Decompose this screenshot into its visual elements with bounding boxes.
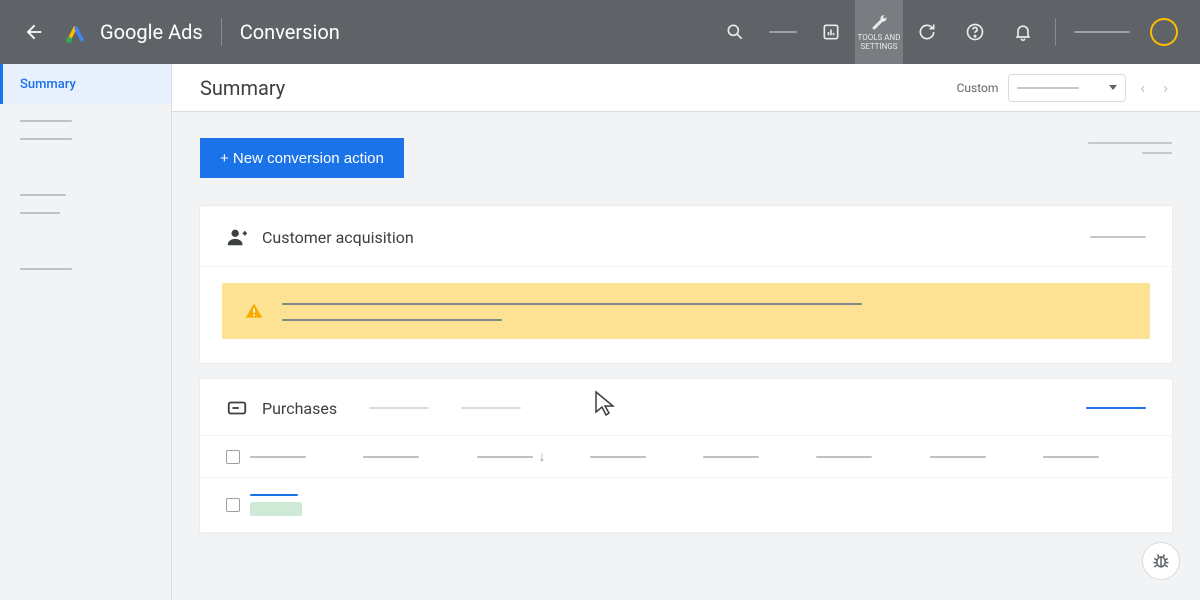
date-next[interactable]: › — [1159, 78, 1172, 97]
card-header-link[interactable] — [1086, 407, 1146, 409]
new-action-label: + New conversion action — [220, 150, 384, 167]
table-header-cell[interactable] — [1043, 456, 1146, 458]
content: + New conversion action Customer acquisi… — [172, 112, 1200, 575]
table-header-cell[interactable] — [590, 456, 693, 458]
bell-icon — [1013, 22, 1033, 42]
date-range-label: Custom — [957, 81, 999, 95]
account-avatar[interactable] — [1150, 18, 1178, 46]
refresh-button[interactable] — [903, 0, 951, 64]
help-button[interactable] — [951, 0, 999, 64]
card-title: Customer acquisition — [262, 228, 414, 247]
sidebar-item-summary[interactable]: Summary — [0, 64, 171, 104]
table-cell — [250, 494, 353, 516]
table-row[interactable] — [200, 478, 1172, 533]
main: Summary Custom ‹ › + New conversion acti… — [172, 64, 1200, 600]
page-title: Summary — [200, 76, 285, 100]
credit-card-icon — [226, 397, 248, 419]
google-ads-logo-icon — [64, 20, 88, 44]
table-header-cell[interactable] — [703, 456, 806, 458]
alert-text — [282, 301, 1128, 321]
sidebar-placeholder[interactable] — [20, 138, 72, 140]
sidebar: Summary — [0, 64, 172, 600]
bug-icon — [1151, 551, 1171, 571]
select-all-checkbox[interactable] — [226, 450, 240, 464]
date-prev[interactable]: ‹ — [1136, 78, 1149, 97]
tools-settings-button[interactable]: TOOLS AND SETTINGS — [855, 0, 903, 64]
sidebar-placeholder[interactable] — [20, 194, 66, 196]
date-range-select[interactable] — [1008, 74, 1126, 102]
sidebar-placeholder[interactable] — [20, 212, 60, 214]
table-header-cell[interactable] — [816, 456, 919, 458]
date-placeholder — [1017, 87, 1079, 89]
reports-button[interactable] — [807, 0, 855, 64]
warning-icon — [244, 301, 264, 321]
card-header: Purchases — [200, 379, 1172, 435]
header-placeholder — [769, 31, 797, 33]
sort-arrow-icon: ↓ — [539, 448, 546, 465]
wrench-icon — [870, 13, 888, 31]
sidebar-placeholder[interactable] — [20, 268, 72, 270]
customer-acquisition-card: Customer acquisition — [200, 206, 1172, 363]
report-bug-button[interactable] — [1142, 542, 1180, 580]
logo: Google Ads — [64, 20, 203, 44]
table-header-cell[interactable] — [250, 456, 353, 458]
help-icon — [965, 22, 985, 42]
table-header-cell[interactable] — [363, 456, 466, 458]
back-button[interactable] — [12, 10, 56, 54]
header-icons: TOOLS AND SETTINGS — [711, 0, 1188, 64]
action-row: + New conversion action — [200, 138, 1172, 178]
search-button[interactable] — [711, 0, 759, 64]
body: Summary Summary Custom ‹ › — [0, 64, 1200, 600]
search-icon — [725, 22, 745, 42]
card-head-placeholder — [461, 407, 521, 409]
status-chip — [250, 502, 302, 516]
divider — [1055, 18, 1056, 46]
table-header-cell[interactable]: ↓ — [477, 448, 580, 465]
header-section: Conversion — [240, 20, 340, 44]
card-title: Purchases — [262, 399, 337, 418]
product-name: Google Ads — [100, 20, 203, 44]
purchases-card: Purchases ↓ — [200, 379, 1172, 533]
sidebar-item-label: Summary — [20, 77, 76, 92]
tools-label: TOOLS AND SETTINGS — [855, 33, 903, 51]
card-header-placeholder — [1090, 236, 1146, 238]
main-header: Summary Custom ‹ › — [172, 64, 1200, 112]
sidebar-placeholder[interactable] — [20, 120, 72, 122]
warning-alert — [222, 283, 1150, 339]
new-conversion-action-button[interactable]: + New conversion action — [200, 138, 404, 178]
alert-container — [200, 267, 1172, 363]
chart-icon — [821, 22, 841, 42]
row-checkbox[interactable] — [226, 498, 240, 512]
app-header: Google Ads Conversion TOOLS AND SETTINGS — [0, 0, 1200, 64]
divider — [221, 18, 222, 46]
date-range: Custom ‹ › — [957, 74, 1172, 102]
table-header-row: ↓ — [200, 435, 1172, 478]
header-placeholder — [1074, 31, 1130, 33]
arrow-left-icon — [23, 21, 45, 43]
chevron-down-icon — [1109, 85, 1117, 90]
cell-link-placeholder[interactable] — [250, 494, 298, 496]
person-add-icon — [226, 226, 248, 248]
card-header: Customer acquisition — [200, 206, 1172, 267]
table-header-cell[interactable] — [930, 456, 1033, 458]
refresh-icon — [917, 22, 937, 42]
card-head-placeholder — [369, 407, 429, 409]
notifications-button[interactable] — [999, 0, 1047, 64]
summary-stats-placeholder — [1088, 138, 1172, 154]
